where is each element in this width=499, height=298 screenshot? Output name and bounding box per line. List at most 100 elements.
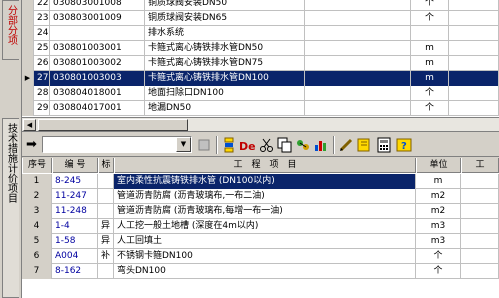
- row-indicator[interactable]: [22, 11, 34, 26]
- row-number[interactable]: 24: [34, 26, 50, 41]
- item-feature[interactable]: [305, 11, 411, 26]
- item-feature[interactable]: [305, 0, 411, 11]
- table-row[interactable]: 26 030801003002 卡箍式离心铸铁排水管DN75 m: [22, 56, 499, 71]
- table-row[interactable]: 2 11-247 管道沥青防腐 (沥青玻璃布,一布二油) m2: [22, 189, 499, 204]
- row-number[interactable]: 25: [34, 41, 50, 56]
- scroll-thumb[interactable]: [38, 119, 188, 131]
- quota-name[interactable]: 弯头DN100: [114, 264, 416, 279]
- book-icon[interactable]: [355, 136, 373, 154]
- col-labor-header[interactable]: 工: [461, 158, 499, 173]
- item-name[interactable]: 铜质球阀安装DN65: [145, 11, 305, 26]
- item-feature[interactable]: [305, 56, 411, 71]
- quota-code[interactable]: 1-58: [52, 234, 98, 249]
- quota-code[interactable]: 8-162: [52, 264, 98, 279]
- row-indicator[interactable]: [22, 86, 34, 101]
- item-quantity[interactable]: [449, 11, 499, 26]
- quota-labor[interactable]: [461, 204, 499, 219]
- table-row[interactable]: 6 A004 补不锈钢卡箍DN100 个: [22, 249, 499, 264]
- row-seq[interactable]: 2: [22, 189, 52, 204]
- quota-code[interactable]: 8-245: [52, 174, 98, 189]
- table-row[interactable]: 3 11-248 管道沥青防腐 (沥青玻璃布,每增一布一油) m2: [22, 204, 499, 219]
- filter-icon[interactable]: [195, 136, 213, 154]
- quota-unit[interactable]: m3: [416, 234, 461, 249]
- row-number[interactable]: 29: [34, 101, 50, 116]
- search-input[interactable]: [43, 137, 176, 152]
- row-number[interactable]: 23: [34, 11, 50, 26]
- bill-items-grid[interactable]: 22 030803001008 铜质球阀安装DN50 个 23 030803001009 铜…: [22, 0, 499, 118]
- quota-labor[interactable]: [461, 234, 499, 249]
- item-name[interactable]: 卡箍式离心铸铁排水管DN75: [145, 56, 305, 71]
- quota-labor[interactable]: [461, 189, 499, 204]
- item-quantity[interactable]: [449, 0, 499, 11]
- item-name[interactable]: 卡箍式离心铸铁排水管DN100: [145, 71, 305, 86]
- copy-icon[interactable]: [276, 136, 294, 154]
- calculator-icon[interactable]: [375, 136, 393, 154]
- table-row[interactable]: 28 030804018001 地面扫除口DN100 个: [22, 86, 499, 101]
- item-code[interactable]: 030804018001: [50, 86, 145, 101]
- item-code[interactable]: 030803001008: [50, 0, 145, 11]
- row-number[interactable]: 22: [34, 0, 50, 11]
- item-unit[interactable]: 个: [411, 11, 449, 26]
- table-row[interactable]: 23 030803001009 铜质球阀安装DN65 个: [22, 11, 499, 26]
- quota-flag[interactable]: [98, 204, 114, 219]
- item-code[interactable]: [50, 26, 145, 41]
- table-row[interactable]: 4 1-4 异人工挖一般土地槽 (深度在4m以内) m3: [22, 219, 499, 234]
- chevron-down-icon[interactable]: ▼: [176, 137, 191, 152]
- item-unit[interactable]: m: [411, 41, 449, 56]
- table-row[interactable]: ▶ 27 030801003003 卡箍式离心铸铁排水管DN100 m: [22, 71, 499, 86]
- table-row[interactable]: 25 030801003001 卡箍式离心铸铁排水管DN50 m: [22, 41, 499, 56]
- item-name[interactable]: 卡箍式离心铸铁排水管DN50: [145, 41, 305, 56]
- quota-name[interactable]: 室内柔性抗震铸铁排水管 (DN100以内): [114, 174, 416, 189]
- row-seq[interactable]: 7: [22, 264, 52, 279]
- quota-code[interactable]: 1-4: [52, 219, 98, 234]
- quota-name[interactable]: 管道沥青防腐 (沥青玻璃布,一布二油): [114, 189, 416, 204]
- table-row[interactable]: 24 排水系统: [22, 26, 499, 41]
- edit-icon[interactable]: [337, 136, 355, 154]
- item-feature[interactable]: [305, 101, 411, 116]
- quota-code[interactable]: 11-248: [52, 204, 98, 219]
- row-number[interactable]: 26: [34, 56, 50, 71]
- cut-icon[interactable]: [258, 136, 276, 154]
- row-number[interactable]: 27: [34, 71, 50, 86]
- row-seq[interactable]: 6: [22, 249, 52, 264]
- item-code[interactable]: 030804017001: [50, 101, 145, 116]
- row-indicator[interactable]: [22, 56, 34, 71]
- col-unit-header[interactable]: 单位: [416, 158, 461, 173]
- quota-labor[interactable]: [461, 249, 499, 264]
- tab-technical-measures[interactable]: 技术措施计价项目: [2, 118, 19, 298]
- item-unit[interactable]: 个: [411, 86, 449, 101]
- quota-code[interactable]: A004: [52, 249, 98, 264]
- de-icon[interactable]: De: [238, 136, 256, 154]
- col-code-header[interactable]: 编 号: [52, 158, 98, 173]
- item-name[interactable]: 铜质球阀安装DN50: [145, 0, 305, 11]
- item-name[interactable]: 地面扫除口DN100: [145, 86, 305, 101]
- item-feature[interactable]: [305, 71, 411, 86]
- item-quantity[interactable]: [449, 41, 499, 56]
- table-row[interactable]: 29 030804017001 地漏DN50 个: [22, 101, 499, 116]
- quota-labor[interactable]: [461, 264, 499, 279]
- quota-flag[interactable]: 异: [98, 234, 114, 249]
- quota-flag[interactable]: [98, 264, 114, 279]
- row-seq[interactable]: 3: [22, 204, 52, 219]
- quota-flag[interactable]: [98, 174, 114, 189]
- quota-unit[interactable]: m2: [416, 204, 461, 219]
- quota-items-grid[interactable]: 序号 编 号 标 工 程 项 目 单位 工 1 8-245 室内柔性抗震铸铁排水管 …: [22, 158, 499, 298]
- item-quantity[interactable]: [449, 86, 499, 101]
- table-row[interactable]: 22 030803001008 铜质球阀安装DN50 个: [22, 0, 499, 11]
- tab-fenbu-fenxiang[interactable]: 分部分项: [2, 0, 19, 60]
- item-unit[interactable]: [411, 26, 449, 41]
- help-icon[interactable]: ?: [395, 136, 413, 154]
- scroll-left-icon[interactable]: ◀: [23, 119, 36, 131]
- item-code[interactable]: 030803001009: [50, 11, 145, 26]
- item-code[interactable]: 030801003002: [50, 56, 145, 71]
- table-row[interactable]: 1 8-245 室内柔性抗震铸铁排水管 (DN100以内) m: [22, 174, 499, 189]
- item-unit[interactable]: 个: [411, 101, 449, 116]
- quota-name[interactable]: 人工回填土: [114, 234, 416, 249]
- row-seq[interactable]: 1: [22, 174, 52, 189]
- quota-labor[interactable]: [461, 219, 499, 234]
- chart-icon[interactable]: [312, 136, 330, 154]
- item-unit[interactable]: 个: [411, 0, 449, 11]
- item-quantity[interactable]: [449, 56, 499, 71]
- item-unit[interactable]: m: [411, 56, 449, 71]
- col-name-header[interactable]: 工 程 项 目: [114, 158, 416, 173]
